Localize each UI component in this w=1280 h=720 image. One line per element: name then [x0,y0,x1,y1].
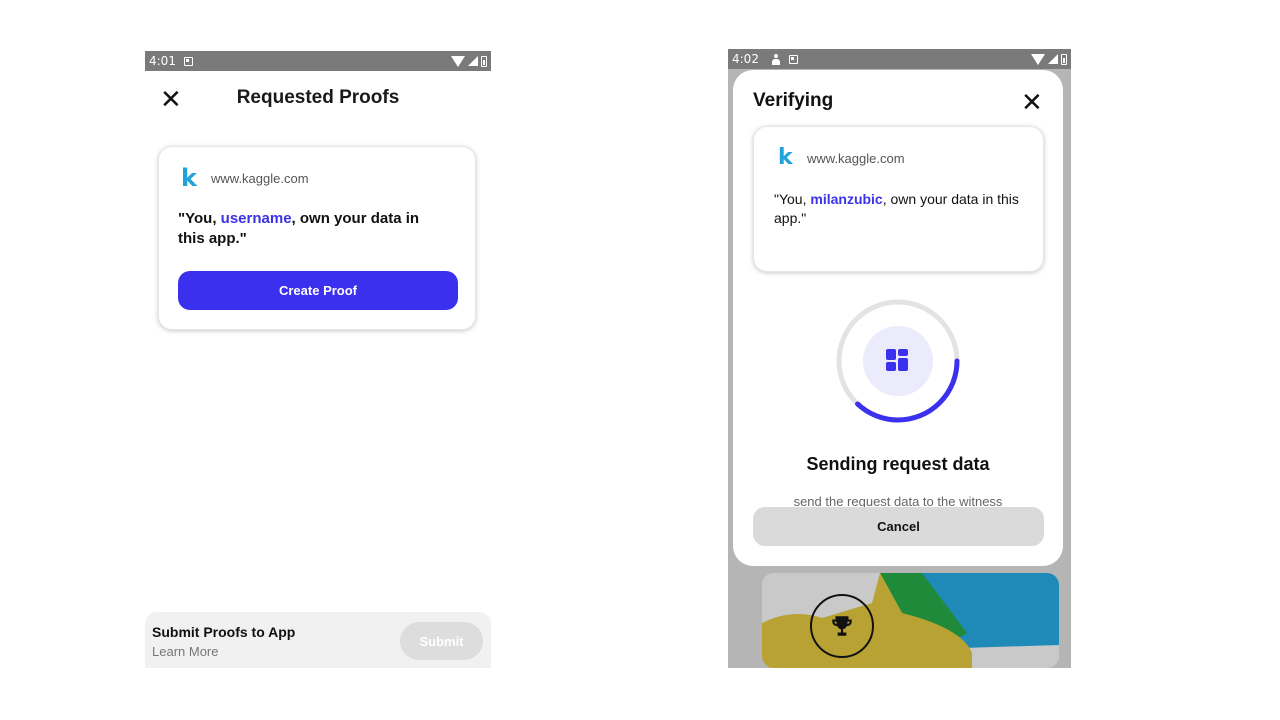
wifi-icon [1031,53,1045,65]
proof-domain: www.kaggle.com [807,151,905,166]
verifying-modal: Verifying ✕ k www.kaggle.com "You, milan… [733,70,1063,566]
submit-bar-title: Submit Proofs to App [152,624,296,640]
proof-domain: www.kaggle.com [211,171,309,186]
status-bar: 4:02 [728,49,1071,69]
signal-icon [468,56,478,66]
status-subtitle: send the request data to the witness [793,494,1003,508]
battery-icon [1061,53,1067,65]
person-icon [771,53,781,65]
close-icon[interactable]: ✕ [1021,89,1043,115]
notification-icon [183,56,193,66]
notification-icon [788,54,798,64]
battery-icon [481,55,487,67]
wifi-icon [451,55,465,67]
claim-prefix: "You, [774,191,811,207]
background-graphic [762,573,1059,668]
status-time: 4:01 [149,54,176,68]
kaggle-logo-icon: k [778,145,793,170]
status-bar: 4:01 [145,51,491,71]
requested-proofs-screen: 4:01 ✕ Requested Proofs k www.kaggle.com… [145,51,491,668]
submit-button[interactable]: Submit [400,622,483,660]
progress-ring [836,299,960,423]
status-title: Sending request data [806,454,990,474]
claim-username: milanzubic [810,191,883,207]
page-title: Requested Proofs [236,87,400,108]
verifying-screen: 4:02 Verifying ✕ k www.kaggle.com "You, … [728,49,1071,668]
proof-claim: "You, username, own your data in this ap… [178,209,448,249]
claim-prefix: "You, [178,210,221,227]
proof-card: k www.kaggle.com "You, username, own you… [158,146,476,330]
submit-bar: Submit Proofs to App Learn More Submit [145,612,491,668]
kaggle-logo-icon: k [181,164,197,192]
modal-title: Verifying [753,90,834,111]
signal-icon [1048,54,1058,64]
status-time: 4:02 [732,52,759,66]
proof-claim: "You, milanzubic, own your data in this … [774,190,1024,228]
learn-more-link[interactable]: Learn More [152,644,218,659]
proof-card: k www.kaggle.com "You, milanzubic, own y… [753,126,1044,272]
trophy-button[interactable] [810,594,874,658]
background-graphic-art [762,573,1059,668]
trophy-icon [832,616,852,636]
claim-username: username [220,210,292,227]
create-proof-button[interactable]: Create Proof [178,271,458,310]
cancel-button[interactable]: Cancel [753,507,1044,546]
